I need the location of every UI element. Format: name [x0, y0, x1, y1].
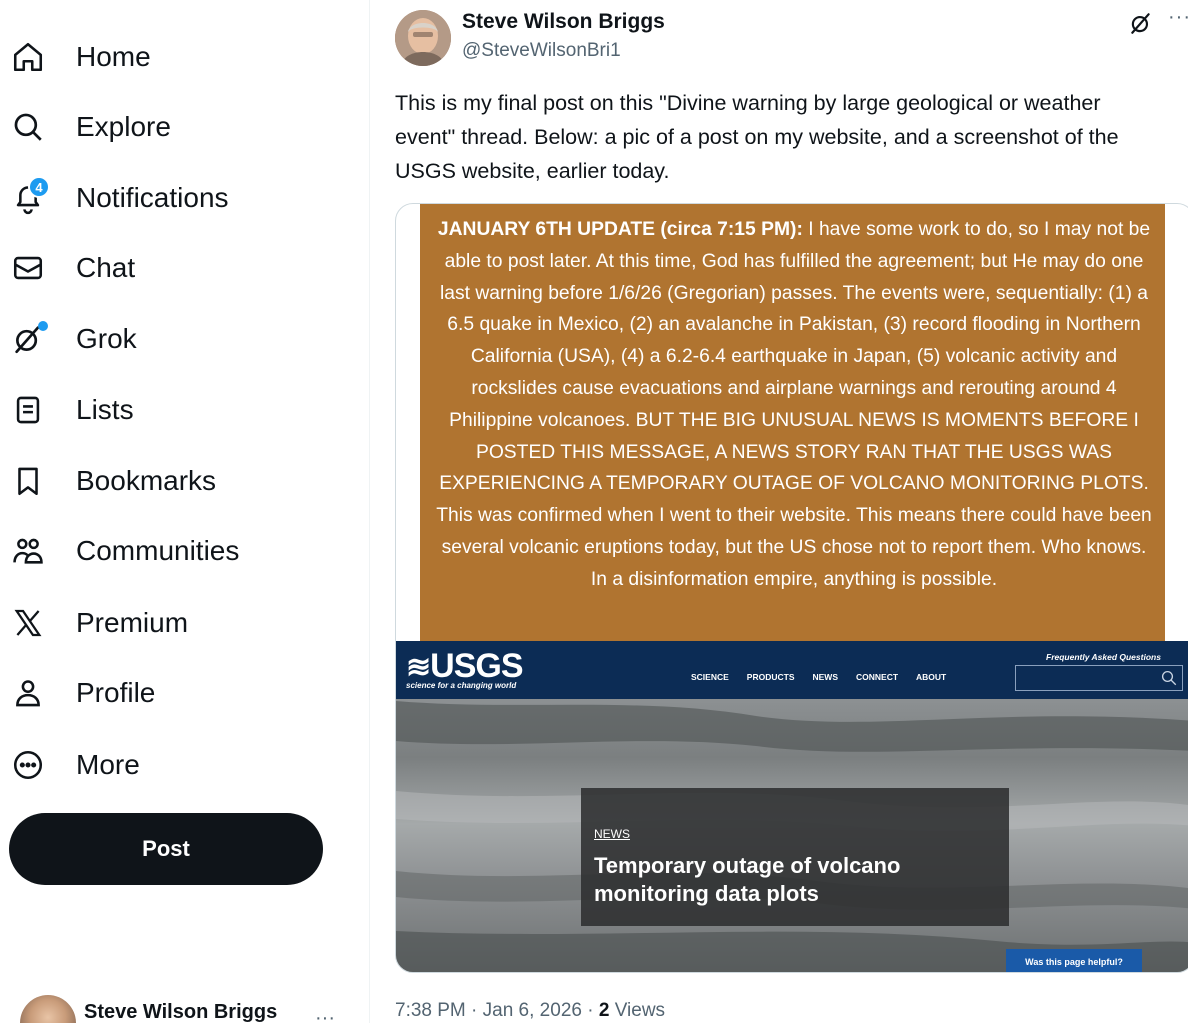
website-post-body: I have some work to do, so I may not be …: [436, 219, 1152, 590]
sidebar-item-label: Lists: [76, 394, 134, 425]
account-more-icon: ···: [315, 1007, 335, 1023]
tweet-detail: Steve Wilson Briggs @SteveWilsonBri1 ···…: [371, 0, 1188, 1023]
sidebar-item-label: Notifications: [76, 182, 229, 213]
views-label: Views: [609, 1000, 666, 1021]
sidebar-item-label: Premium: [76, 607, 189, 638]
sidebar-item-more[interactable]: More: [10, 737, 140, 793]
list-icon: [10, 392, 46, 428]
usgs-faq-link: Frequently Asked Questions: [1046, 652, 1161, 662]
avatar: [20, 995, 76, 1023]
usgs-tagline: science for a changing world: [406, 681, 517, 690]
sidebar-item-label: Explore: [76, 111, 171, 142]
sidebar-item-grok[interactable]: Grok: [10, 311, 137, 367]
sidebar-item-label: Profile: [76, 677, 156, 708]
sidebar-item-label: Chat: [76, 252, 136, 283]
sidebar-item-label: Grok: [76, 323, 137, 354]
sidebar-item-chat[interactable]: Chat: [10, 240, 135, 296]
usgs-header: ≋USGS science for a changing world SCIEN…: [396, 641, 1188, 699]
search-icon: [1161, 670, 1177, 686]
website-post-image: JANUARY 6TH UPDATE (circa 7:15 PM): I ha…: [420, 204, 1165, 641]
search-icon: [10, 109, 46, 145]
news-tag: NEWS: [594, 827, 630, 841]
sidebar-item-label: More: [76, 749, 140, 780]
usgs-search-box: [1015, 665, 1183, 691]
people-icon: [10, 533, 46, 569]
usgs-nav-about: ABOUT: [916, 672, 947, 682]
avatar[interactable]: [395, 10, 451, 66]
usgs-nav: SCIENCE PRODUCTS NEWS CONNECT ABOUT: [691, 672, 946, 682]
sidebar-item-premium[interactable]: Premium: [10, 595, 188, 651]
x-logo-icon: [10, 605, 46, 641]
home-icon: [10, 39, 46, 75]
sidebar-item-bookmarks[interactable]: Bookmarks: [10, 453, 216, 509]
grok-icon: [10, 321, 48, 357]
more-options-icon[interactable]: ···: [1168, 6, 1188, 29]
author-handle[interactable]: @SteveWilsonBri1: [462, 40, 621, 62]
usgs-nav-science: SCIENCE: [691, 672, 729, 682]
tweet-timestamp[interactable]: 7:38 PM · Jan 6, 2026 ·: [395, 1000, 599, 1021]
usgs-nav-news: NEWS: [812, 672, 839, 682]
sidebar-item-label: Home: [76, 41, 151, 72]
account-name: Steve Wilson Briggs: [84, 1001, 278, 1023]
sidebar-item-notifications[interactable]: 4 Notifications: [10, 170, 229, 226]
grok-dot: [38, 321, 48, 331]
bell-icon: 4: [10, 176, 50, 216]
envelope-icon: [10, 250, 46, 286]
news-overlay: NEWS Temporary outage of volcano monitor…: [581, 788, 1009, 926]
sidebar-item-label: Communities: [76, 535, 240, 566]
news-title: Temporary outage of volcano monitoring d…: [594, 853, 901, 906]
sidebar-item-home[interactable]: Home: [10, 29, 151, 85]
usgs-nav-connect: CONNECT: [856, 672, 899, 682]
tweet-text: This is my final post on this "Divine wa…: [395, 91, 1119, 183]
usgs-screenshot: ≋USGS science for a changing world SCIEN…: [396, 641, 1188, 972]
grok-icon[interactable]: [1128, 10, 1154, 36]
bookmark-icon: [10, 463, 46, 499]
notification-badge: 4: [28, 176, 50, 198]
post-button[interactable]: Post: [9, 813, 323, 885]
sidebar: Home Explore 4 Notifications Chat Grok L…: [0, 0, 370, 1023]
person-icon: [10, 675, 46, 711]
sidebar-item-lists[interactable]: Lists: [10, 382, 134, 438]
usgs-nav-products: PRODUCTS: [746, 672, 795, 682]
account-switcher[interactable]: Steve Wilson Briggs ···: [10, 995, 350, 1023]
sidebar-item-label: Bookmarks: [76, 465, 217, 496]
sidebar-item-explore[interactable]: Explore: [10, 99, 171, 155]
tweet-media[interactable]: JANUARY 6TH UPDATE (circa 7:15 PM): I ha…: [395, 203, 1188, 973]
website-post-text: JANUARY 6TH UPDATE (circa 7:15 PM): I ha…: [434, 214, 1154, 596]
sidebar-item-communities[interactable]: Communities: [10, 523, 239, 579]
sidebar-item-profile[interactable]: Profile: [10, 665, 155, 721]
views-count: 2: [598, 1000, 610, 1021]
helpful-feedback-button: Was this page helpful?: [1006, 949, 1142, 972]
website-post-lead: JANUARY 6TH UPDATE (circa 7:15 PM):: [437, 219, 803, 240]
tweet-meta: 7:38 PM · Jan 6, 2026 · 2 Views: [395, 1000, 665, 1022]
more-circle-icon: [10, 747, 46, 783]
author-name[interactable]: Steve Wilson Briggs: [462, 10, 665, 34]
